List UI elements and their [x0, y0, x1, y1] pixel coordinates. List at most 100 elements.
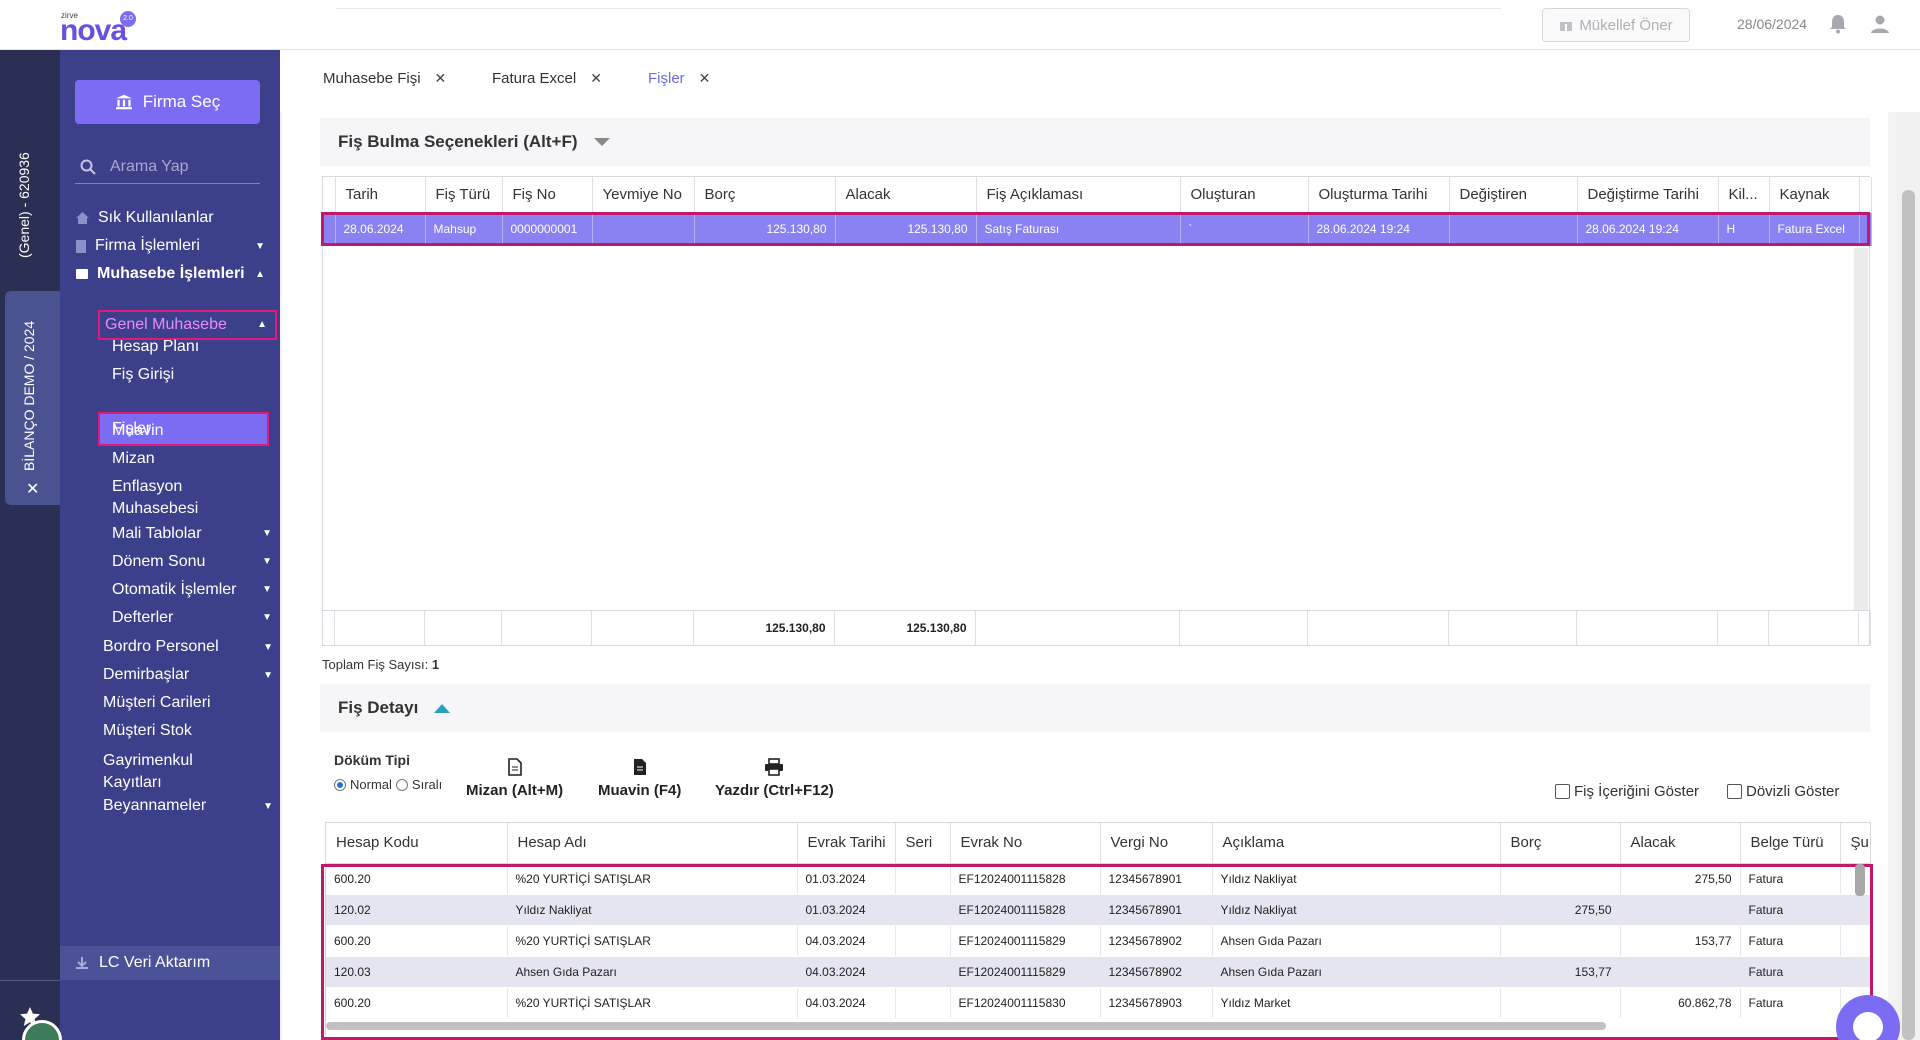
sidebar-search[interactable]: Arama Yap — [75, 150, 260, 184]
chevron-down-icon: ▼ — [255, 240, 265, 252]
detail-table-hscroll[interactable] — [326, 1022, 1606, 1030]
sidebar-item-demirbaslar[interactable]: Demirbaşlar ▼ — [103, 666, 273, 684]
column-header[interactable]: Evrak No — [950, 823, 1101, 864]
sidebar-item-enflasyon[interactable]: Enflasyon Muhasebesi — [112, 476, 212, 520]
column-header[interactable]: Açıklama — [1212, 823, 1501, 864]
fis-icerigi-checkbox[interactable]: Fiş İçeriğini Göster — [1555, 783, 1699, 800]
column-header[interactable]: Fiş Açıklaması — [976, 177, 1181, 213]
column-header[interactable]: Yevmiye No — [592, 177, 695, 213]
table-cell: 04.03.2024 — [797, 956, 896, 988]
table-cell: Fatura Excel — [1769, 212, 1860, 246]
footer-cell — [334, 611, 425, 645]
dovizli-checkbox[interactable]: Dövizli Göster — [1727, 783, 1839, 800]
table-cell: Fatura — [1740, 925, 1841, 957]
column-header[interactable]: Evrak Tarihi — [797, 823, 896, 864]
sidebar-item-fis-girisi[interactable]: Fiş Girişi — [112, 364, 272, 386]
table-cell — [1500, 863, 1621, 895]
column-header[interactable]: Fiş Türü — [425, 177, 503, 213]
sidebar-item-muavin[interactable]: Muavin — [112, 420, 272, 442]
tab-fatura-excel[interactable]: Fatura Excel ✕ — [492, 70, 602, 87]
column-header[interactable]: Oluşturma Tarihi — [1308, 177, 1450, 213]
sidebar-item-hesap-plani[interactable]: Hesap Planı — [112, 336, 272, 358]
sidebar-item-mizan[interactable]: Mizan — [112, 448, 272, 470]
checkbox-label: Dövizli Göster — [1746, 783, 1840, 800]
tab-label: Fişler — [648, 70, 685, 87]
table-row[interactable]: 120.03 Ahsen Gıda Pazarı 04.03.2024 EF12… — [326, 956, 1870, 988]
fis-bulma-header[interactable]: Fiş Bulma Seçenekleri (Alt+F) — [320, 118, 1870, 166]
sidebar-item-beyannameler[interactable]: Beyannameler ▼ — [103, 797, 273, 815]
detail-table-vscroll[interactable] — [1855, 864, 1865, 896]
table-cell — [1620, 956, 1741, 988]
column-header[interactable]: Hesap Adı — [507, 823, 798, 864]
mizan-button[interactable]: Mizan (Alt+M) — [466, 758, 563, 799]
table-cell: 04.03.2024 — [797, 925, 896, 957]
sidebar-item-musteri-stok[interactable]: Müşteri Stok — [103, 722, 273, 740]
table-cell: EF12024001115828 — [950, 863, 1101, 895]
column-header[interactable]: Fiş No — [502, 177, 593, 213]
table-row[interactable]: 28.06.2024 Mahsup 0000000001 125.130,80 … — [323, 212, 1872, 246]
tab-muhasebe-fisi[interactable]: Muhasebe Fişi ✕ — [323, 70, 446, 87]
sidebar-item-muhasebe-islemleri[interactable]: Muhasebe İşlemleri ▲ — [75, 265, 275, 283]
active-firm-tab[interactable]: BİLANÇO DEMO / 2024 ✕ — [5, 291, 60, 505]
sidebar-item-mali-tablolar[interactable]: Mali Tablolar ▼ — [112, 523, 272, 545]
sidebar-item-defterler[interactable]: Defterler ▼ — [112, 607, 272, 629]
mukellef-oner-button[interactable]: Mükellef Öner — [1542, 8, 1690, 42]
table-row[interactable]: 600.20 %20 YURTİÇİ SATIŞLAR 04.03.2024 E… — [326, 925, 1870, 957]
table-row[interactable]: 600.20 %20 YURTİÇİ SATIŞLAR 01.03.2024 E… — [326, 863, 1870, 895]
nova-logo[interactable]: zirve nova 2.0 — [60, 8, 140, 47]
sidebar-item-label: Demirbaşlar — [103, 666, 190, 683]
fis-table-scrollbar[interactable] — [1854, 248, 1868, 610]
sidebar-item-otomatik-islemler[interactable]: Otomatik İşlemler ▼ — [112, 579, 272, 601]
sidebar-item-donem-sonu[interactable]: Dönem Sonu ▼ — [112, 551, 272, 573]
user-icon[interactable] — [1870, 14, 1890, 34]
checkbox[interactable] — [1555, 784, 1570, 799]
close-icon[interactable]: ✕ — [435, 70, 447, 87]
column-header[interactable]: Alacak — [835, 177, 977, 213]
close-icon[interactable]: ✕ — [590, 70, 602, 87]
column-header — [1859, 177, 1872, 213]
download-icon — [76, 957, 88, 969]
column-header[interactable]: Seri — [895, 823, 951, 864]
radio-sirali[interactable] — [395, 778, 408, 791]
column-header[interactable]: Alacak — [1620, 823, 1741, 864]
sidebar-item-bordro[interactable]: Bordro Personel ▼ — [103, 638, 273, 656]
column-header[interactable]: Borç — [694, 177, 836, 213]
chevron-up-icon[interactable] — [434, 703, 451, 713]
sidebar-item-musteri-carileri[interactable]: Müşteri Carileri — [103, 694, 273, 712]
radio-normal[interactable] — [334, 778, 346, 791]
column-header[interactable]: Değiştirme Tarihi — [1577, 177, 1719, 213]
yazdir-button[interactable]: Yazdır (Ctrl+F12) — [715, 758, 834, 799]
column-header[interactable]: Borç — [1500, 823, 1621, 864]
sidebar-item-gayrimenkul[interactable]: Gayrimenkul Kayıtları — [103, 750, 213, 794]
wallet-icon — [76, 269, 88, 279]
sidebar-item-favorites[interactable]: Sık Kullanılanlar — [75, 209, 275, 227]
search-input[interactable]: Arama Yap — [110, 158, 189, 176]
tab-fisler[interactable]: Fişler ✕ — [648, 70, 710, 87]
sidebar-item-firma-islemleri[interactable]: Firma İşlemleri ▼ — [75, 237, 275, 255]
column-header[interactable]: Değiştiren — [1449, 177, 1578, 213]
sidebar-item-lc-veri-aktarim[interactable]: LC Veri Aktarım — [60, 946, 280, 980]
column-header[interactable]: Şu — [1840, 823, 1870, 864]
close-firm-icon[interactable]: ✕ — [26, 479, 39, 499]
table-row[interactable]: 600.20 %20 YURTİÇİ SATIŞLAR 04.03.2024 E… — [326, 987, 1870, 1019]
firma-sec-button[interactable]: Firma Seç — [75, 80, 260, 124]
page-scrollbar[interactable] — [1897, 112, 1920, 1040]
column-header[interactable]: Belge Türü — [1740, 823, 1841, 864]
chevron-down-icon[interactable] — [593, 138, 610, 146]
column-header[interactable]: Kaynak — [1769, 177, 1860, 213]
bell-icon[interactable] — [1829, 14, 1847, 34]
fis-detayi-header[interactable]: Fiş Detayı — [320, 684, 1870, 732]
close-icon[interactable]: ✕ — [699, 70, 711, 87]
logo-text: nova — [60, 14, 127, 47]
muavin-button[interactable]: Muavin (F4) — [598, 758, 681, 799]
column-header[interactable]: Hesap Kodu — [326, 823, 508, 864]
table-cell: Fatura — [1740, 894, 1841, 926]
column-header[interactable]: Kil... — [1718, 177, 1770, 213]
checkbox[interactable] — [1727, 784, 1742, 799]
page-scrollbar-thumb[interactable] — [1902, 190, 1915, 1040]
column-header[interactable]: Vergi No — [1100, 823, 1213, 864]
table-row[interactable]: 120.02 Yıldız Nakliyat 01.03.2024 EF1202… — [326, 894, 1870, 926]
column-header[interactable]: Tarih — [335, 177, 426, 213]
footer-borc-total: 125.130,80 — [693, 611, 835, 645]
column-header[interactable]: Oluşturan — [1180, 177, 1309, 213]
